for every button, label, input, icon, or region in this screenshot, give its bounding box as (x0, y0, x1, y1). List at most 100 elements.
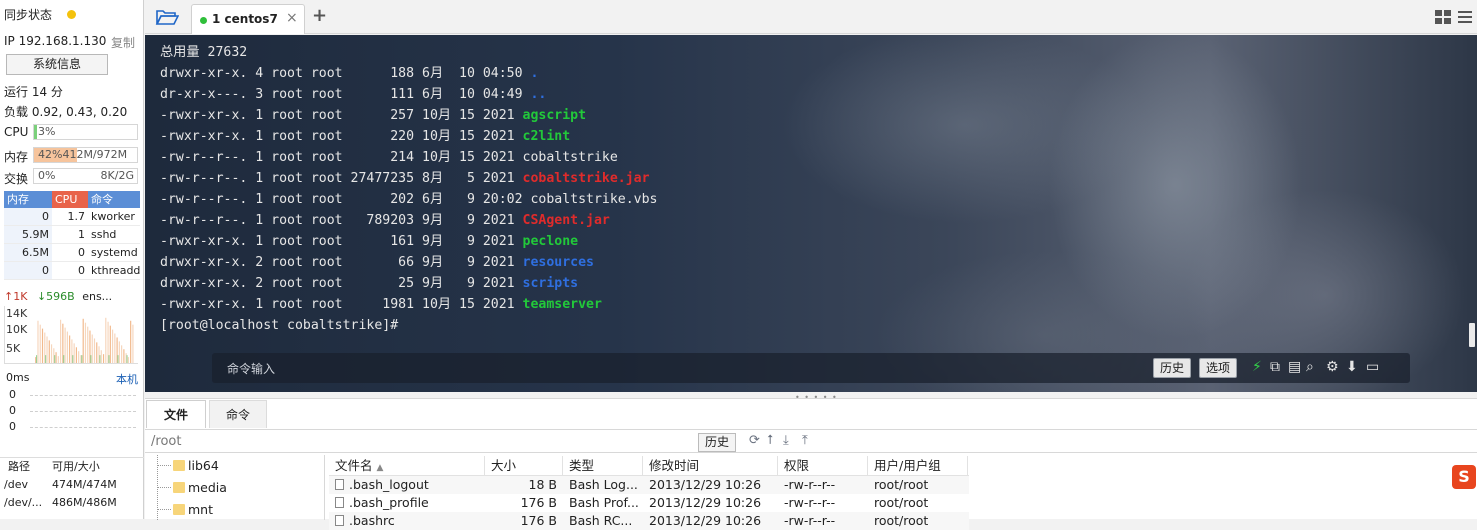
paste-icon[interactable]: ▤ (1288, 359, 1301, 375)
process-command: systemd (91, 246, 138, 259)
net-upload-bar (72, 355, 74, 363)
terminal-file-name: cobaltstrike.vbs (530, 192, 658, 207)
path-bar: /root 历史 ⟳ ⭡ ⤓ ⤒ (145, 429, 1477, 453)
net-activity-bar (130, 320, 132, 363)
ping-value: 0 (9, 388, 16, 401)
file-icon (335, 497, 344, 508)
add-tab-button[interactable]: + (312, 5, 327, 26)
network-interface[interactable]: ens... (82, 290, 112, 303)
col-mtime-header[interactable]: 修改时间 (643, 456, 778, 475)
disk-row[interactable]: /dev/... 486M/486M (0, 494, 144, 512)
process-row[interactable]: 0 0 kthreadd (4, 262, 140, 280)
file-perm: -rw-r--r-- (784, 513, 836, 528)
sync-status-label: 同步状态 (4, 8, 53, 22)
mem-value: 42%412M/972M (38, 148, 128, 161)
search-icon[interactable]: ⌕ (1306, 359, 1314, 375)
terminal-line-text: -rw-r--r--. 1 root root 27477235 8月 5 20… (160, 171, 523, 186)
terminal-view[interactable]: 总用量 27632 drwxr-xr-x. 4 root root 188 6月 … (145, 35, 1477, 392)
col-owner-header[interactable]: 用户/用户组 (868, 456, 968, 475)
col-cpu-header[interactable]: CPU (52, 191, 88, 208)
tab-centos7[interactable]: 1 centos7 × (191, 4, 305, 34)
ping-target[interactable]: 本机 (116, 371, 138, 387)
options-button[interactable]: 选项 (1199, 358, 1238, 378)
terminal-line-text: drwxr-xr-x. 4 root root 188 6月 10 04:50 (160, 66, 531, 81)
disk-table-header: 路径 可用/大小 (0, 458, 144, 476)
tree-item-label: lib64 (188, 458, 219, 473)
copy-ip-button[interactable]: 复制 (111, 34, 135, 51)
process-row[interactable]: 5.9M 1 sshd (4, 226, 140, 244)
col-type-header[interactable]: 类型 (563, 456, 643, 475)
ime-logo-icon[interactable]: S (1452, 465, 1476, 489)
col-cmd-header[interactable]: 命令 (88, 191, 140, 208)
process-row[interactable]: 0 1.7 kworker (4, 208, 140, 226)
process-row[interactable]: 6.5M 0 systemd (4, 244, 140, 262)
net-upload-bar (126, 355, 128, 363)
folder-icon (173, 482, 185, 493)
history-button[interactable]: 历史 (1153, 358, 1192, 378)
copy-icon[interactable]: ⧉ (1270, 359, 1280, 375)
tab-files[interactable]: 文件 (146, 400, 206, 428)
file-type: Bash RC... (569, 513, 633, 528)
tree-connector (157, 487, 171, 488)
terminal-file-name: agscript (522, 108, 587, 123)
path-history-button[interactable]: 历史 (698, 433, 737, 452)
file-row[interactable]: .bash_profile 176 B Bash Prof... 2013/12/29… (329, 494, 969, 512)
net-activity-bar (73, 343, 75, 363)
file-mtime: 2013/12/29 10:26 (649, 477, 762, 492)
menu-icon[interactable] (1458, 10, 1472, 24)
col-name-header[interactable]: 文件名 ▲ (329, 456, 485, 475)
system-info-button[interactable]: 系统信息 (6, 54, 108, 75)
grid-layout-icon[interactable] (1435, 10, 1451, 24)
net-upload-bar (81, 355, 83, 363)
col-mem-header[interactable]: 内存 (4, 191, 52, 208)
tab-commands[interactable]: 命令 (209, 400, 267, 428)
net-activity-bar (48, 340, 50, 363)
col-size-header[interactable]: 大小 (485, 456, 563, 475)
sort-asc-icon: ▲ (376, 463, 384, 473)
file-icon (335, 515, 344, 526)
ping-latency: 0ms (6, 371, 30, 384)
net-activity-bar (111, 329, 114, 363)
connected-status-dot (200, 17, 207, 24)
net-upload-bar (90, 355, 92, 363)
net-upload-bar (99, 355, 101, 363)
net-activity-bar (60, 319, 62, 363)
command-input-bar[interactable]: 命令输入 历史 选项 ⚡ ⧉ ▤ ⌕ ⚙ ⬇ ▭ (212, 353, 1410, 383)
net-upload-bar (45, 355, 47, 363)
status-panel: 同步状态 IP 192.168.1.130 复制 系统信息 运行 14 分 负载… (0, 0, 144, 519)
terminal-line-text: 总用量 27632 (160, 45, 248, 60)
net-activity-bar (121, 345, 123, 363)
refresh-icon[interactable]: ⟳ (749, 433, 760, 448)
gear-icon[interactable]: ⚙ (1326, 359, 1339, 375)
download-icon[interactable]: ⤓ (783, 433, 789, 448)
col-perm-header[interactable]: 权限 (778, 456, 868, 475)
path-input[interactable]: /root (151, 434, 181, 449)
ping-row: 0ms 本机 (6, 371, 138, 387)
lightning-icon[interactable]: ⚡ (1252, 359, 1262, 375)
file-row[interactable]: .bashrc 176 B Bash RC... 2013/12/29 10:26 -r… (329, 512, 969, 530)
terminal-line: -rw-r--r--. 1 root root 202 6月 9 20:02 c… (160, 189, 658, 210)
ping-line (30, 411, 136, 412)
file-row[interactable]: .bash_logout 18 B Bash Log... 2013/12/29 10… (329, 476, 969, 494)
window-icon[interactable]: ▭ (1366, 359, 1379, 375)
disk-row[interactable]: /dev 474M/474M (0, 476, 144, 494)
net-activity-bar (127, 357, 129, 363)
file-name-cell: .bashrc (329, 512, 485, 530)
command-input[interactable]: 命令输入 (227, 360, 275, 377)
ping-line (30, 427, 136, 428)
ping-value: 0 (9, 404, 16, 417)
terminal-file-name: resources (522, 255, 594, 270)
disk-path-header: 路径 (8, 460, 30, 473)
terminal-line: -rwxr-xr-x. 1 root root 161 9月 9 2021 pe… (160, 231, 658, 252)
upload-icon[interactable]: ⤒ (802, 433, 808, 448)
net-activity-bar (105, 317, 107, 363)
arrow-down-icon[interactable]: ⬇ (1346, 359, 1358, 375)
up-directory-icon[interactable]: ⭡ (767, 433, 773, 448)
close-icon[interactable]: × (286, 10, 298, 26)
cpu-label: CPU (4, 125, 29, 139)
file-name-cell: .bash_profile (329, 494, 485, 512)
terminal-scrollbar[interactable] (1469, 323, 1475, 347)
disk-avail-header: 可用/大小 (52, 460, 100, 473)
process-table: 内存 CPU 命令 0 1.7 kworker 5.9M 1 sshd 6.5M 0 syste… (4, 191, 140, 280)
folder-open-icon[interactable] (155, 7, 179, 27)
